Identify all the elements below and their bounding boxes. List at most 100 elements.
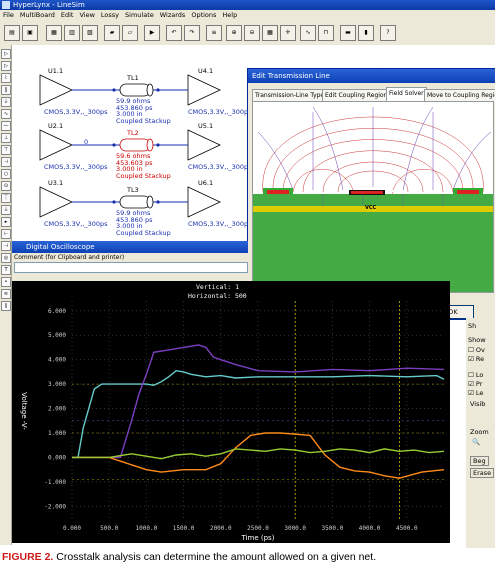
side-item-lo[interactable]: ☐ Lo: [468, 371, 483, 379]
series-line-2: [72, 432, 445, 479]
menu-multiboard[interactable]: MultiBoard: [17, 11, 58, 19]
side-item-pr[interactable]: ☑ Pr: [468, 380, 482, 388]
y-tick-label: 4.000: [48, 357, 66, 364]
x-tick-label: 0.000: [63, 525, 81, 532]
oscilloscope-title: Digital Oscilloscope: [12, 241, 248, 253]
help-icon[interactable]: ?: [380, 25, 396, 41]
figure-caption: FIGURE 2. Crosstalk analysis can determi…: [2, 551, 495, 563]
u2-model: CMOS,3.3V,,_300ps: [44, 163, 108, 171]
folder-open-icon[interactable]: ▱: [122, 25, 138, 41]
coupling-tool-icon[interactable]: ∥: [1, 301, 11, 311]
ground-tool-icon[interactable]: ⏚: [1, 97, 11, 107]
oscilloscope-icon[interactable]: ▬: [340, 25, 356, 41]
u5-ref: U5.1: [198, 122, 214, 130]
side-item-ov[interactable]: ☐ Ov: [468, 346, 485, 354]
menu-lossy[interactable]: Lossy: [98, 11, 122, 19]
vcc-tool-icon[interactable]: ⏉: [1, 193, 11, 203]
caption-text: Crosstalk analysis can determine the amo…: [53, 551, 377, 563]
terminator-tool-icon[interactable]: ⊣: [1, 157, 11, 167]
menu-edit[interactable]: Edit: [58, 11, 77, 19]
capacitor-tool-icon[interactable]: ‖: [1, 85, 11, 95]
menu-wizards[interactable]: Wizards: [157, 11, 189, 19]
comment-input[interactable]: [14, 262, 248, 273]
menu-simulate[interactable]: Simulate: [122, 11, 157, 19]
pulse-icon[interactable]: ⊓: [318, 25, 334, 41]
buffer-tool-icon[interactable]: ▷: [1, 61, 11, 71]
x-tick-label: 1000.0: [136, 525, 158, 532]
redo-icon[interactable]: ↷: [184, 25, 200, 41]
node-label: 0: [84, 138, 89, 146]
waveform-icon[interactable]: ∿: [300, 25, 316, 41]
resistor-tool-icon[interactable]: ⌇: [1, 73, 11, 83]
crosshair-icon[interactable]: ✛: [280, 25, 296, 41]
layers-icon[interactable]: ≡: [206, 25, 222, 41]
x-tick-label: 3000.0: [284, 525, 306, 532]
ferrite-tool-icon[interactable]: ≋: [1, 289, 11, 299]
ground2-tool-icon[interactable]: ⏚: [1, 205, 11, 215]
menu-view[interactable]: View: [76, 11, 97, 19]
line-tool-icon[interactable]: —: [1, 121, 11, 131]
x-tick-label: 2500.0: [247, 525, 269, 532]
buffer-u4-shape: [187, 74, 221, 106]
y-axis-label: Voltage -V-: [20, 392, 28, 430]
tab-field-solver[interactable]: Field Solver: [386, 87, 427, 102]
pin-tool-icon[interactable]: •: [1, 277, 11, 287]
field-solver-view: VCC: [252, 101, 494, 293]
title-bar: HyperLynx - LineSim: [0, 0, 495, 10]
x-tick-label: 500.0: [100, 525, 118, 532]
side-item-beg[interactable]: Beg: [470, 456, 489, 466]
spectrum-icon[interactable]: ▮: [358, 25, 374, 41]
cap-tool-icon[interactable]: ⊥: [1, 133, 11, 143]
field-lines-drawing: [253, 106, 493, 292]
side-item-sh[interactable]: Sh: [468, 322, 476, 330]
y-tick-label: 1.000: [48, 430, 66, 437]
buffer-u1-shape: [39, 74, 73, 106]
diode-tool-icon[interactable]: ▸: [1, 217, 11, 227]
side-item-le[interactable]: ☑ Le: [468, 389, 483, 397]
buffer-u3-shape: [39, 186, 73, 218]
tl3-params: 59.9 ohms 453.860 ps 3.000 in Coupled Stack…: [116, 209, 171, 237]
menu-help[interactable]: Help: [219, 11, 240, 19]
u4-ref: U4.1: [198, 67, 214, 75]
zoom-out-icon[interactable]: ⊖: [244, 25, 260, 41]
side-item-re[interactable]: ☑ Re: [468, 355, 484, 363]
app-icon: [2, 1, 10, 9]
zoom-in-icon[interactable]: ⊕: [226, 25, 242, 41]
waveform-svg: 6.000 5.000 4.000 3.000 2.000 1.000 0.000 -1.00…: [20, 301, 445, 542]
print-icon[interactable]: ▥: [64, 25, 80, 41]
folder-icon[interactable]: ▰: [104, 25, 120, 41]
circle-tool-icon[interactable]: ○: [1, 169, 11, 179]
new-file-icon[interactable]: ▤: [4, 25, 20, 41]
u5-model: CMOS,3.3V,,_300ps: [188, 163, 252, 171]
vertical-scale: Vertical: 1: [196, 283, 240, 291]
stackup-icon[interactable]: ▧: [82, 25, 98, 41]
grid-icon[interactable]: ▦: [262, 25, 278, 41]
window-title: HyperLynx - LineSim: [13, 1, 85, 9]
switch-tool-icon[interactable]: ⊤: [1, 145, 11, 155]
menu-file[interactable]: File: [0, 11, 17, 19]
left-tool-palette: ▷ ▷ ⌇ ‖ ⏚ ∿ — ⊥ ⊤ ⊣ ○ ⊙ ⏉ ⏚ ▸ ⊢ ⊣ ◎ T • …: [0, 45, 12, 545]
y-tick-label: 3.000: [48, 381, 66, 388]
side-item-erase[interactable]: Erase: [470, 468, 495, 478]
vcc-plane-label: VCC: [365, 205, 377, 211]
open-file-icon[interactable]: ▣: [22, 25, 38, 41]
zoom-icon[interactable]: 🔍: [472, 438, 480, 446]
net-tool-icon[interactable]: ⊣: [1, 241, 11, 251]
save-icon[interactable]: ▦: [46, 25, 62, 41]
select-tool-icon[interactable]: ▷: [1, 49, 11, 59]
tl1-shape: [119, 83, 151, 97]
u1-ref: U1.1: [48, 67, 64, 75]
menu-options[interactable]: Options: [188, 11, 219, 19]
y-tick-label: 0.000: [48, 454, 66, 461]
connector-tool-icon[interactable]: ⊢: [1, 229, 11, 239]
u2-ref: U2.1: [48, 122, 64, 130]
tl1-ref: TL1: [127, 74, 139, 82]
inductor-tool-icon[interactable]: ∿: [1, 109, 11, 119]
text-tool-icon[interactable]: T: [1, 265, 11, 275]
toolbar: ▤ ▣ ▦ ▥ ▧ ▰ ▱ ▶ ↶ ↷ ≡ ⊕ ⊖ ▦ ✛ ∿ ⊓ ▬ ▮ ?: [0, 21, 495, 46]
undo-icon[interactable]: ↶: [166, 25, 182, 41]
via-tool-icon[interactable]: ◎: [1, 253, 11, 263]
run-icon[interactable]: ▶: [144, 25, 160, 41]
buffer-u2-shape: [39, 129, 73, 161]
probe-tool-icon[interactable]: ⊙: [1, 181, 11, 191]
